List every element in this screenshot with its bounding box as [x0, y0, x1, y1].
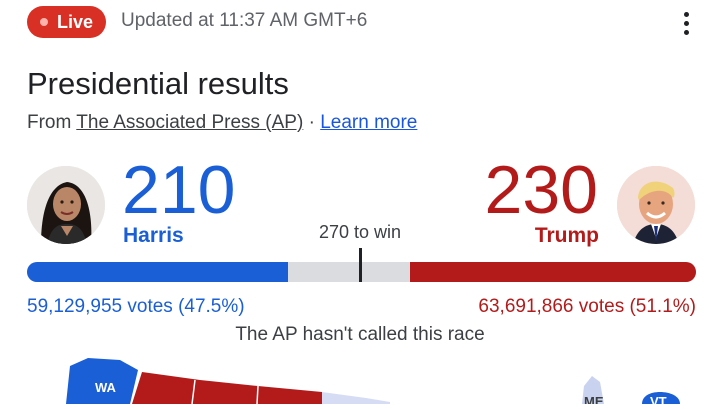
live-label: Live: [57, 11, 94, 32]
page-title: Presidential results: [27, 66, 289, 101]
state-undecided: [322, 392, 390, 404]
trump-popular-votes: 63,691,866 votes (51.1%): [478, 296, 696, 317]
source-line: From The Associated Press (AP) · Learn m…: [27, 112, 417, 134]
map-label-vt: VT: [650, 394, 667, 404]
source-separator: ·: [303, 112, 321, 133]
harris-electoral-votes: 210: [122, 152, 236, 228]
state-northwest-red: [132, 372, 322, 404]
updated-timestamp: Updated at 11:37 AM GMT+6: [121, 10, 368, 31]
to-win-label: 270 to win: [318, 222, 402, 242]
threshold-marker: [359, 248, 362, 282]
race-status: The AP hasn't called this race: [235, 324, 485, 345]
live-dot-icon: [40, 18, 48, 26]
map-label-wa: WA: [95, 380, 117, 395]
electoral-map[interactable]: WA ME VT: [0, 352, 720, 409]
top-bar: Live Updated at 11:37 AM GMT+6: [0, 0, 720, 44]
trump-progress-fill: [410, 262, 696, 282]
trump-electoral-votes: 230: [484, 152, 598, 228]
source-prefix: From: [27, 112, 77, 133]
live-badge: Live: [27, 6, 107, 38]
harris-progress-fill: [27, 262, 289, 282]
more-vert-icon[interactable]: [676, 8, 696, 36]
learn-more-link[interactable]: Learn more: [320, 112, 417, 133]
map-label-me: ME: [584, 394, 604, 404]
ap-link[interactable]: The Associated Press (AP): [76, 112, 303, 133]
harris-popular-votes: 59,129,955 votes (47.5%): [27, 296, 245, 317]
